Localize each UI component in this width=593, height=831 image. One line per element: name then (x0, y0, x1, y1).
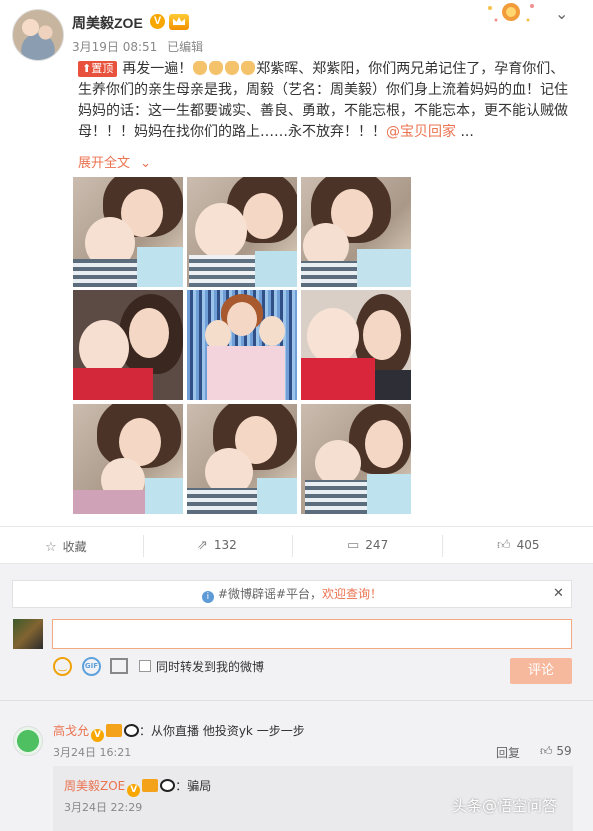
clap-emoji-icon (193, 61, 208, 75)
verified-badge-icon: V (127, 784, 141, 797)
divider (292, 535, 293, 557)
photo-7[interactable] (73, 404, 183, 514)
emoji-icon[interactable]: ‿ (53, 657, 72, 676)
divider (442, 535, 443, 557)
post-text-start: 再发一遍！ (122, 61, 193, 77)
expand-label: 展开全文 (78, 156, 131, 171)
clap-emoji-icon (225, 61, 240, 75)
verified-badge-icon: V (150, 14, 165, 29)
panda-icon (160, 779, 176, 792)
verified-badge-icon: V (91, 729, 105, 742)
current-user-avatar (13, 619, 43, 649)
post-text-ellipsis: ... (456, 124, 474, 140)
photo-1[interactable] (73, 177, 183, 287)
post-date[interactable]: 3月19日 08:51 (72, 40, 157, 54)
action-bar: ☆ 收藏 ⇗ 132 ▭ 247 👍︎ 405 (0, 526, 593, 564)
comment-item: 高戈允 V ：从你直播 他投资yk 一步一步 (53, 722, 305, 742)
photo-5[interactable] (187, 290, 297, 400)
comment-count: 247 (365, 538, 389, 552)
notice-link[interactable]: 欢迎查询！ (322, 587, 382, 601)
divider (0, 700, 593, 701)
divider (143, 535, 144, 557)
like-count: 405 (516, 538, 540, 552)
thumbs-up-icon: 👍︎ (497, 538, 511, 553)
reply-text: ：骗局 (175, 779, 212, 793)
comment-icon: ▭ (347, 538, 360, 553)
chevron-down-icon: ⌄ (140, 156, 152, 171)
like-button[interactable]: 👍︎ 405 (497, 538, 540, 553)
comment-button[interactable]: ▭ 247 (347, 538, 388, 553)
expand-full-text-link[interactable]: 展开全文 ⌄ (78, 152, 151, 171)
forward-checkbox[interactable] (139, 660, 151, 672)
vip-crown-icon (142, 779, 159, 792)
reply-button[interactable]: 回复 (496, 744, 520, 761)
repost-count: 132 (213, 538, 237, 552)
thumbs-up-icon: 👍︎ (540, 744, 553, 758)
edited-label[interactable]: 已编辑 (167, 40, 203, 54)
favorite-label: 收藏 (62, 540, 87, 554)
mention-link[interactable]: @宝贝回家 (386, 124, 456, 140)
post-text: ⬆置顶 再发一遍！ 郑紫晖、郑紫阳，你们两兄弟记住了，孕育你们、生养你们的亲生母亲是… (78, 59, 578, 143)
post-menu-chevron-icon[interactable]: ⌄ (555, 4, 568, 23)
commenter-name[interactable]: 高戈允 (53, 724, 89, 738)
image-icon[interactable] (110, 658, 128, 674)
photo-8[interactable] (187, 404, 297, 514)
photo-9[interactable] (301, 404, 411, 514)
rumor-notice-banner: i #微博辟谣#平台，欢迎查询！ (12, 580, 572, 608)
clap-emoji-icon (209, 61, 224, 75)
author-name[interactable]: 周美毅ZOE (72, 13, 143, 33)
submit-comment-button[interactable]: 评论 (510, 658, 572, 684)
pin-up-icon: ⬆ (82, 62, 92, 75)
photo-6[interactable] (301, 290, 411, 400)
decoration-icon (488, 3, 534, 22)
star-icon: ☆ (45, 540, 57, 555)
notice-text: #微博辟谣#平台， (217, 587, 323, 601)
photo-3[interactable] (301, 177, 411, 287)
reply-item: 周美毅ZOE V ：骗局 (64, 777, 211, 797)
pin-tag-label: 置顶 (91, 62, 114, 75)
favorite-button[interactable]: ☆ 收藏 (45, 538, 87, 555)
post-meta: 3月19日 08:51 已编辑 (72, 38, 209, 55)
photo-2[interactable] (187, 177, 297, 287)
gif-icon[interactable]: GIF (82, 657, 101, 676)
close-icon[interactable]: ✕ (553, 586, 564, 601)
author-avatar[interactable] (12, 9, 64, 61)
watermark: 头条@悟空问答 (452, 797, 558, 815)
photo-4[interactable] (73, 290, 183, 400)
clap-emoji-icon (241, 61, 256, 75)
reply-time: 3月24日 22:29 (64, 801, 143, 814)
comment-time: 3月24日 16:21 (53, 746, 132, 759)
forward-label: 同时转发到我的微博 (156, 660, 265, 674)
comment-text: ：从你直播 他投资yk 一步一步 (139, 724, 305, 738)
repost-icon: ⇗ (197, 538, 208, 553)
vip-crown-icon (169, 14, 189, 30)
pin-tag: ⬆置顶 (78, 61, 118, 77)
repost-button[interactable]: ⇗ 132 (197, 538, 237, 553)
reply-author-name[interactable]: 周美毅ZOE (64, 779, 125, 793)
commenter-avatar[interactable] (13, 726, 43, 756)
panda-icon (124, 724, 140, 737)
comment-like-button[interactable]: 👍︎ 59 (540, 744, 572, 759)
comment-like-count: 59 (556, 744, 572, 758)
comment-input[interactable] (52, 619, 572, 649)
info-icon: i (201, 591, 214, 603)
vip-crown-icon (106, 724, 123, 737)
